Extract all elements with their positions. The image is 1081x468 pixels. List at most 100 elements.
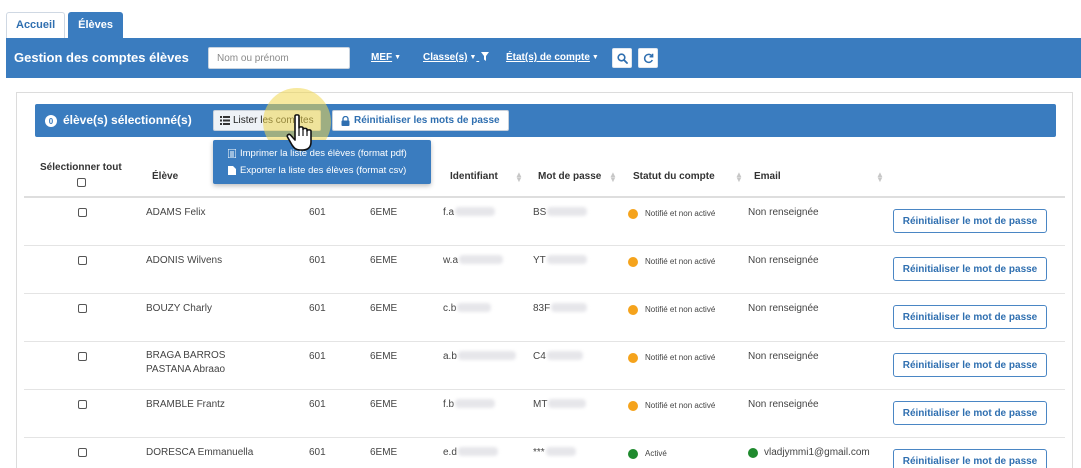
tab-accueil[interactable]: Accueil — [6, 12, 66, 38]
table-row: BOUZY Charly 601 6EME c.b 83F Notifié et… — [24, 294, 1065, 342]
lock-icon — [341, 115, 350, 126]
table-row: BRAMBLE Frantz 601 6EME f.b MT Notifié e… — [24, 390, 1065, 438]
eleve-header[interactable]: Élève — [152, 171, 178, 182]
password-prefix: MT — [533, 399, 548, 410]
print-list-icon — [228, 149, 236, 158]
password-prefix: YT — [533, 255, 546, 266]
search-button[interactable] — [612, 48, 632, 68]
reset-password-button[interactable]: Réinitialiser le mot de passe — [893, 353, 1047, 377]
student-class: 601 — [309, 447, 326, 458]
row-checkbox[interactable] — [78, 448, 87, 457]
student-identifier: w.a — [443, 255, 504, 266]
list-accounts-button[interactable]: Lister les comptes — [213, 110, 321, 131]
row-checkbox[interactable] — [78, 256, 87, 265]
tab-eleves[interactable]: Élèves — [68, 12, 124, 38]
redacted-block — [455, 207, 496, 216]
student-mef: 6EME — [370, 303, 398, 314]
reset-password-button[interactable]: Réinitialiser le mot de passe — [893, 449, 1047, 468]
reset-password-button[interactable]: Réinitialiser le mot de passe — [893, 209, 1047, 233]
redacted-block — [548, 399, 587, 408]
sort-icon[interactable]: ▲ ▼ — [609, 171, 617, 184]
row-checkbox[interactable] — [78, 304, 87, 313]
row-checkbox[interactable] — [78, 352, 87, 361]
sort-icon[interactable]: ▲ ▼ — [735, 171, 743, 184]
email-header[interactable]: Email — [754, 171, 781, 182]
search-icon — [616, 52, 628, 64]
reset-password-button[interactable]: Réinitialiser le mot de passe — [893, 401, 1047, 425]
password-prefix: C4 — [533, 351, 546, 362]
student-mef: 6EME — [370, 447, 398, 458]
student-class: 601 — [309, 351, 326, 362]
header-bar: Gestion des comptes élèves MEF▼ Classe(s… — [6, 38, 1081, 78]
student-identifier: f.a — [443, 207, 496, 218]
redacted-block — [551, 303, 588, 312]
student-email: Non renseignée — [748, 303, 819, 314]
filter-mef[interactable]: MEF ▼ — [371, 52, 401, 63]
password-prefix: 83F — [533, 303, 551, 314]
sort-icon[interactable]: ▲ ▼ — [876, 171, 884, 184]
reset-all-passwords-label: Réinitialiser les mots de passe — [354, 115, 500, 126]
student-email: Non renseignée — [748, 207, 819, 218]
student-class: 601 — [309, 255, 326, 266]
status-dot-icon — [628, 401, 638, 411]
caret-down-icon: ▼ — [394, 54, 402, 61]
search-input[interactable] — [208, 47, 350, 69]
reset-password-button[interactable]: Réinitialiser le mot de passe — [893, 305, 1047, 329]
student-name: BOUZY Charly — [146, 303, 212, 314]
redacted-block — [546, 351, 583, 360]
sort-icon[interactable]: ▲ ▼ — [515, 171, 523, 184]
row-checkbox[interactable] — [78, 208, 87, 217]
refresh-button[interactable] — [638, 48, 658, 68]
redacted-block — [547, 207, 588, 216]
identifier-prefix: c.b — [443, 303, 457, 314]
student-name: BRAGA BARROS PASTANA Abraao — [146, 349, 225, 377]
status-dot-icon — [628, 449, 638, 459]
reset-password-button[interactable]: Réinitialiser le mot de passe — [893, 257, 1047, 281]
filter-etats-label: État(s) de compte — [506, 52, 590, 63]
redacted-block — [457, 351, 516, 360]
student-password: YT — [533, 255, 587, 266]
reset-all-passwords-button[interactable]: Réinitialiser les mots de passe — [332, 110, 509, 131]
student-name: ADONIS Wilvens — [146, 255, 223, 266]
select-all-checkbox[interactable] — [77, 178, 86, 187]
print-pdf-label: Imprimer la liste des élèves (format pdf… — [240, 148, 407, 159]
filter-etats[interactable]: État(s) de compte ▼ — [506, 52, 599, 63]
status-dot-icon — [628, 305, 638, 315]
select-all-header: Sélectionner tout — [40, 162, 122, 173]
password-prefix: *** — [533, 447, 545, 458]
redacted-block — [457, 447, 498, 456]
table-row: ADAMS Felix 601 6EME f.a BS Notifié et n… — [24, 198, 1065, 246]
caret-down-icon: ▼ — [469, 54, 477, 61]
student-email: Non renseignée — [748, 255, 819, 266]
student-password: 83F — [533, 303, 588, 314]
export-csv-menu-item[interactable]: Exporter la liste des élèves (format csv… — [228, 162, 431, 179]
identifier-prefix: f.a — [443, 207, 455, 218]
student-class: 601 — [309, 207, 326, 218]
list-accounts-dropdown: Imprimer la liste des élèves (format pdf… — [213, 140, 431, 184]
row-checkbox[interactable] — [78, 400, 87, 409]
print-pdf-menu-item[interactable]: Imprimer la liste des élèves (format pdf… — [228, 145, 431, 162]
filter-classes[interactable]: Classe(s) ▼ — [423, 52, 490, 63]
selected-count-label: élève(s) sélectionné(s) — [63, 113, 192, 127]
password-header[interactable]: Mot de passe — [538, 171, 601, 182]
student-password: MT — [533, 399, 587, 410]
student-identifier: a.b — [443, 351, 516, 362]
student-name-line2: PASTANA Abraao — [146, 364, 226, 375]
redacted-block — [545, 447, 576, 456]
identifier-prefix: f.b — [443, 399, 455, 410]
student-identifier: f.b — [443, 399, 496, 410]
student-name: DORESCA Emmanuella — [146, 447, 254, 458]
selection-bar: 0 élève(s) sélectionné(s) Lister les com… — [35, 104, 1056, 137]
email-verified-dot-icon — [748, 448, 758, 458]
identifiant-header[interactable]: Identifiant — [450, 171, 498, 182]
redacted-block — [457, 303, 492, 312]
status-header[interactable]: Statut du compte — [633, 171, 715, 182]
student-mef: 6EME — [370, 207, 398, 218]
redacted-block — [459, 255, 504, 264]
status-dot-icon — [628, 257, 638, 267]
student-email: Non renseignée — [748, 399, 819, 410]
student-class: 601 — [309, 399, 326, 410]
export-csv-label: Exporter la liste des élèves (format csv… — [240, 165, 407, 176]
student-name: ADAMS Felix — [146, 207, 206, 218]
account-status: Notifié et non activé — [645, 257, 716, 266]
